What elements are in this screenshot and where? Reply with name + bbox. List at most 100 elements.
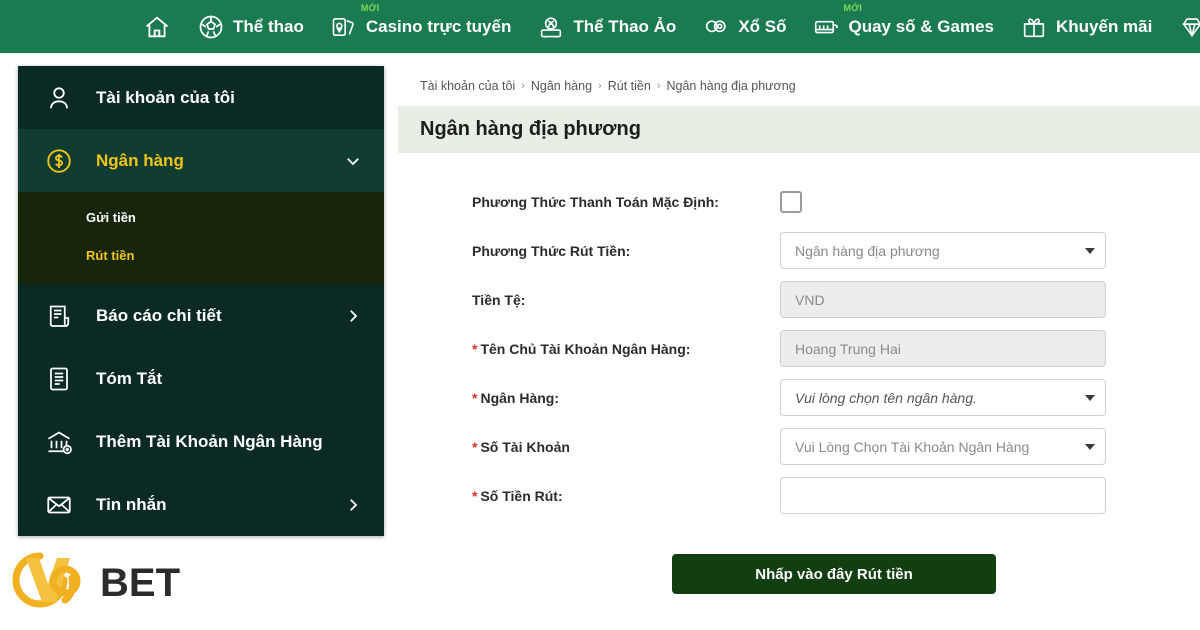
nav-item-label: Thể Thao Ảo xyxy=(573,17,676,37)
field-control: Vui Lòng Chọn Tài Khoản Ngân Hàng xyxy=(780,428,1106,465)
nav-item-label: Khuyến mãi xyxy=(1056,17,1152,37)
gift-icon xyxy=(1020,13,1048,41)
sidebar-item-my-account[interactable]: Tài khoản của tôi xyxy=(18,66,384,129)
account-number-select[interactable]: Vui Lòng Chọn Tài Khoản Ngân Hàng xyxy=(780,428,1106,465)
field-label: * Số Tiền Rút: xyxy=(472,488,780,504)
nav-item-promotions[interactable]: Khuyến mãi xyxy=(1007,0,1165,53)
breadcrumb-separator: › xyxy=(521,80,525,92)
dollar-coin-icon xyxy=(44,146,74,176)
nav-item-label: Thể thao xyxy=(233,17,304,37)
sidebar-item-label: Ngân hàng xyxy=(96,151,322,171)
sidebar-item-label: Tài khoản của tôi xyxy=(96,88,362,108)
selected-value: Vui lòng chọn tên ngân hàng. xyxy=(795,390,1085,406)
breadcrumb-item-3: Ngân hàng địa phương xyxy=(666,79,795,93)
nav-item-virtual-sports[interactable]: Thể Thao Ảo xyxy=(524,0,689,53)
bank-add-icon xyxy=(44,427,74,457)
default-payment-method-label: Phương Thức Thanh Toán Mặc Định: xyxy=(472,194,719,210)
submenu-item-deposit[interactable]: Gửi tiền xyxy=(18,198,384,236)
slot-machine-icon xyxy=(812,13,840,41)
field-label: * Ngân Hàng: xyxy=(472,390,780,406)
nav-item-live-casino[interactable]: MỚI Casino trực tuyến xyxy=(317,0,525,53)
form-row-withdrawal-amount: * Số Tiền Rút: xyxy=(398,471,1200,520)
report-icon xyxy=(44,301,74,331)
chevron-down-icon xyxy=(1085,444,1095,450)
required-asterisk: * xyxy=(472,439,477,455)
chevron-right-icon xyxy=(344,496,362,514)
field-label: Phương Thức Rút Tiền: xyxy=(472,243,780,259)
form-row-account-holder-name: * Tên Chủ Tài Khoản Ngân Hàng: Hoang Tru… xyxy=(398,324,1200,373)
submenu-item-label: Gửi tiền xyxy=(86,210,136,225)
currency-label: Tiền Tệ: xyxy=(472,292,525,308)
sidebar-item-label: Tóm Tắt xyxy=(96,369,362,389)
nav-item-lottery-games[interactable]: MỚI Quay số & Games xyxy=(799,0,1007,53)
form-row-currency: Tiền Tệ: VND xyxy=(398,275,1200,324)
field-label: * Tên Chủ Tài Khoản Ngân Hàng: xyxy=(472,341,780,357)
v9bet-logo[interactable]: BET xyxy=(12,546,202,608)
sidebar-item-summary[interactable]: Tóm Tắt xyxy=(18,347,384,410)
withdrawal-amount-label: Số Tiền Rút: xyxy=(480,488,562,504)
main-content: Tài khoản của tôi › Ngân hàng › Rút tiền… xyxy=(398,66,1200,630)
form-row-bank: * Ngân Hàng: Vui lòng chọn tên ngân hàng… xyxy=(398,373,1200,422)
sidebar-item-banking[interactable]: Ngân hàng xyxy=(18,129,384,192)
sidebar-item-label: Thêm Tài Khoản Ngân Hàng xyxy=(96,432,362,452)
account-sidebar: Tài khoản của tôi Ngân hàng Gửi tiền Rút… xyxy=(18,66,384,536)
account-holder-name-input: Hoang Trung Hai xyxy=(780,330,1106,367)
new-badge: MỚI xyxy=(361,4,380,13)
field-control xyxy=(780,191,802,213)
field-control: Hoang Trung Hai xyxy=(780,330,1106,367)
withdrawal-method-select[interactable]: Ngân hàng địa phương xyxy=(780,232,1106,269)
soccer-ball-icon xyxy=(197,13,225,41)
nav-item-sports[interactable]: Thể thao xyxy=(184,0,317,53)
field-label: Tiền Tệ: xyxy=(472,292,780,308)
nav-item-vip[interactable] xyxy=(1165,0,1200,53)
breadcrumb-item-2[interactable]: Rút tiền xyxy=(608,79,651,93)
chevron-down-icon xyxy=(1085,395,1095,401)
logo-mark: BET xyxy=(12,546,202,608)
top-navigation-bar: Thể thao MỚI Casino trực tuyến Thể Thao … xyxy=(0,0,1200,53)
field-value: Hoang Trung Hai xyxy=(795,341,1095,357)
field-control: Ngân hàng địa phương xyxy=(780,232,1106,269)
chevron-right-icon xyxy=(344,307,362,325)
account-number-label: Số Tài Khoản xyxy=(480,439,569,455)
bank-label: Ngân Hàng: xyxy=(480,390,559,406)
required-asterisk: * xyxy=(472,488,477,504)
field-control xyxy=(780,477,1106,514)
withdrawal-amount-input[interactable] xyxy=(780,477,1106,514)
submit-row: Nhấp vào đây Rút tiền xyxy=(398,554,1200,594)
default-payment-method-checkbox[interactable] xyxy=(780,191,802,213)
nav-item-home[interactable] xyxy=(130,0,184,53)
nav-item-lottery[interactable]: Xổ Số xyxy=(689,0,799,53)
sidebar-item-label: Báo cáo chi tiết xyxy=(96,306,322,326)
form-row-withdrawal-method: Phương Thức Rút Tiền: Ngân hàng địa phươ… xyxy=(398,226,1200,275)
sidebar-item-label: Tin nhắn xyxy=(96,495,322,515)
breadcrumb-item-1[interactable]: Ngân hàng xyxy=(531,79,592,93)
breadcrumb-separator: › xyxy=(598,80,602,92)
submenu-item-label: Rút tiền xyxy=(86,248,134,263)
sidebar-item-add-bank-account[interactable]: Thêm Tài Khoản Ngân Hàng xyxy=(18,410,384,473)
sidebar-item-detailed-report[interactable]: Báo cáo chi tiết xyxy=(18,284,384,347)
currency-input: VND xyxy=(780,281,1106,318)
breadcrumb-item-0[interactable]: Tài khoản của tôi xyxy=(420,79,515,93)
sidebar-item-messages[interactable]: Tin nhắn xyxy=(18,473,384,536)
chevron-down-icon xyxy=(344,152,362,170)
nav-item-label: Quay số & Games xyxy=(848,17,994,37)
banking-submenu: Gửi tiền Rút tiền xyxy=(18,192,384,284)
breadcrumb-separator: › xyxy=(657,80,661,92)
page-title: Ngân hàng địa phương xyxy=(420,118,641,141)
withdrawal-method-label: Phương Thức Rút Tiền: xyxy=(472,243,630,259)
virtual-sports-icon xyxy=(537,13,565,41)
field-label: Phương Thức Thanh Toán Mặc Định: xyxy=(472,194,780,210)
playing-cards-icon xyxy=(330,13,358,41)
envelope-icon xyxy=(44,490,74,520)
breadcrumb: Tài khoản của tôi › Ngân hàng › Rút tiền… xyxy=(398,66,1200,106)
diamond-icon xyxy=(1178,13,1200,41)
account-holder-name-label: Tên Chủ Tài Khoản Ngân Hàng: xyxy=(480,341,690,357)
lottery-balls-icon xyxy=(702,13,730,41)
submenu-item-withdraw[interactable]: Rút tiền xyxy=(18,236,384,274)
withdraw-submit-button[interactable]: Nhấp vào đây Rút tiền xyxy=(672,554,996,594)
withdrawal-form: Phương Thức Thanh Toán Mặc Định: Phương … xyxy=(398,153,1200,594)
bank-select[interactable]: Vui lòng chọn tên ngân hàng. xyxy=(780,379,1106,416)
page-title-bar: Ngân hàng địa phương xyxy=(398,106,1200,153)
field-label: * Số Tài Khoản xyxy=(472,439,780,455)
logo-text: BET xyxy=(100,561,180,605)
